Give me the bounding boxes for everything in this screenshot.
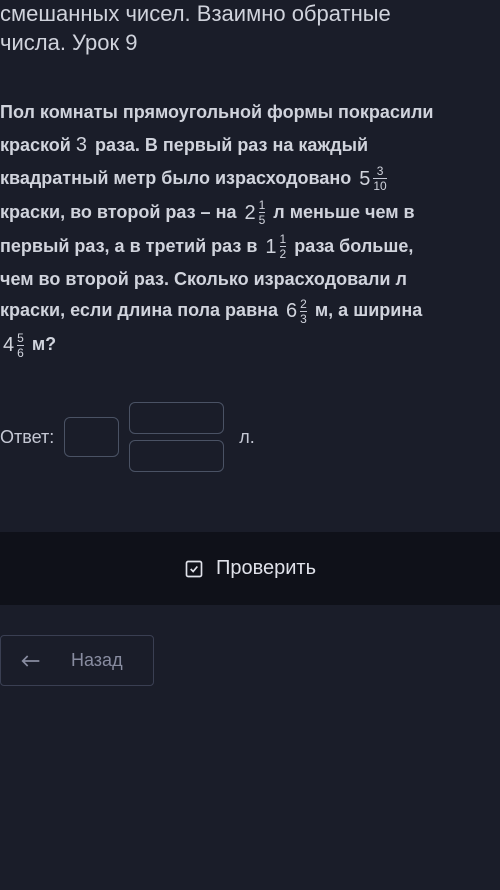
answer-fraction-inputs — [129, 402, 224, 472]
header-line2: числа. Урок 9 — [0, 30, 137, 55]
answer-unit: л. — [239, 427, 255, 448]
fraction-3: 1 1 2 — [265, 230, 286, 264]
fraction-5: 4 5 6 — [3, 328, 24, 362]
check-button-label: Проверить — [216, 557, 316, 580]
check-icon — [184, 559, 204, 579]
answer-label: Ответ: — [0, 427, 54, 448]
fraction-4: 6 2 3 — [286, 294, 307, 328]
lesson-header: смешанных чисел. Взаимно обратные числа.… — [0, 0, 500, 77]
back-button[interactable]: Назад — [0, 635, 154, 686]
check-button[interactable]: Проверить — [0, 532, 500, 605]
header-line1: смешанных чисел. Взаимно обратные — [0, 1, 391, 26]
back-button-label: Назад — [71, 650, 123, 671]
arrow-left-icon — [21, 653, 41, 669]
problem-text: Пол комнаты прямоугольной формы покрасил… — [0, 77, 500, 382]
answer-whole-input[interactable] — [64, 417, 119, 457]
fraction-1: 5 3 10 — [359, 162, 386, 196]
answer-numerator-input[interactable] — [129, 402, 224, 434]
fraction-2: 2 1 5 — [244, 196, 265, 230]
answer-denominator-input[interactable] — [129, 440, 224, 472]
answer-row: Ответ: л. — [0, 402, 500, 472]
